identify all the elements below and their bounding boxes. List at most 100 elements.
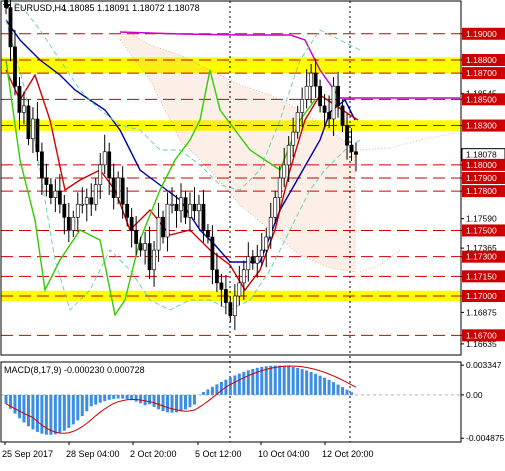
candle-body <box>108 152 111 178</box>
candle-body <box>67 217 70 230</box>
candle-body <box>188 204 191 217</box>
macd-bar <box>188 395 191 407</box>
macd-bar <box>166 395 169 412</box>
symbol-label: EURUSD,H4 <box>14 3 66 13</box>
macd-bar <box>139 395 142 403</box>
candle-body <box>247 257 250 270</box>
candle-body <box>278 178 281 198</box>
macd-axis-label: 0.00 <box>466 390 483 400</box>
macd-bar <box>283 366 286 395</box>
macd-bar <box>18 395 21 418</box>
macd-axis-label: -0.004875 <box>466 433 505 443</box>
macd-bar <box>94 395 97 405</box>
candle-body <box>215 270 218 283</box>
macd-bar <box>31 395 34 429</box>
candle-body <box>157 217 160 250</box>
candle-body <box>305 86 308 99</box>
candle-body <box>31 119 34 139</box>
macd-bar <box>85 395 88 411</box>
macd-bar <box>305 370 308 394</box>
candle-body <box>166 204 169 237</box>
candle-body <box>310 73 313 86</box>
candle-body <box>72 217 75 230</box>
candle-body <box>94 185 97 205</box>
macd-bar <box>36 395 39 432</box>
price-label: 1.17800 <box>466 186 497 196</box>
candle-body <box>81 204 84 205</box>
price-label: 1.19000 <box>466 29 497 39</box>
price-label: 1.18300 <box>466 121 497 131</box>
macd-bar <box>27 395 30 426</box>
macd-bar <box>278 366 281 395</box>
candle-body <box>22 106 25 113</box>
candle-body <box>197 204 200 211</box>
macd-bar <box>58 395 61 433</box>
macd-bar <box>180 395 183 411</box>
candle-body <box>269 217 272 237</box>
candle-body <box>202 204 205 230</box>
macd-bar <box>269 366 272 395</box>
macd-bar <box>184 395 187 410</box>
candle-body <box>144 244 147 251</box>
chart-header: EURUSD,H4 1.18085 1.18091 1.18072 1.1807… <box>3 3 200 13</box>
trading-chart-window[interactable]: 1.190001.188001.187001.185451.185001.183… <box>0 0 505 466</box>
candle-body <box>251 257 254 264</box>
candle-body <box>85 198 88 205</box>
candle-body <box>319 86 322 106</box>
candle-body <box>54 191 57 198</box>
price-label: 1.18700 <box>466 68 497 78</box>
candle-body <box>58 191 61 204</box>
candle-body <box>256 257 259 264</box>
macd-bar <box>247 370 250 395</box>
macd-bar <box>117 395 120 399</box>
candle-body <box>301 99 304 112</box>
price-label: 1.17000 <box>466 291 497 301</box>
macd-bar <box>90 395 93 406</box>
macd-bar <box>323 378 326 395</box>
candle-body <box>220 283 223 290</box>
candle-body <box>49 185 52 198</box>
candle-body <box>314 73 317 86</box>
price-label: 1.17900 <box>466 173 497 183</box>
macd-bar <box>206 389 209 394</box>
price-label: 1.17590 <box>466 214 497 224</box>
candle-body <box>345 126 348 146</box>
macd-bar <box>171 395 174 413</box>
price-label: 1.17300 <box>466 252 497 262</box>
candle-body <box>229 303 232 316</box>
macd-bar <box>220 382 223 395</box>
candle-body <box>292 132 295 145</box>
time-label: 5 Oct 12:00 <box>195 449 242 459</box>
macd-bar <box>233 375 236 394</box>
macd-bar <box>54 395 57 434</box>
macd-bar <box>328 380 331 395</box>
price-zone <box>1 291 461 301</box>
candle-body <box>287 145 290 165</box>
candle-body <box>126 204 129 217</box>
price-label: 1.18800 <box>466 55 497 65</box>
candle-body <box>121 178 124 204</box>
macd-bar <box>238 374 241 395</box>
candle-body <box>135 230 138 243</box>
macd-bar <box>76 395 79 421</box>
macd-bar <box>202 392 205 395</box>
macd-bar <box>193 395 196 405</box>
macd-bar <box>229 377 232 394</box>
candle-body <box>175 204 178 211</box>
macd-bar <box>265 366 268 395</box>
candle-body <box>40 152 43 178</box>
candle-body <box>117 178 120 198</box>
candle-body <box>224 289 227 302</box>
candle-body <box>99 165 102 185</box>
macd-bar <box>211 387 214 395</box>
candle-body <box>76 204 79 217</box>
macd-bar <box>13 395 16 414</box>
candle-body <box>327 112 330 119</box>
macd-title: MACD(8,17,9) -0.000230 0.000728 <box>4 365 145 375</box>
macd-bar <box>314 374 317 395</box>
candle-body <box>341 106 344 126</box>
macd-bar <box>301 369 304 395</box>
candle-body <box>296 112 299 132</box>
macd-bar <box>144 395 147 405</box>
macd-bar <box>296 368 299 395</box>
